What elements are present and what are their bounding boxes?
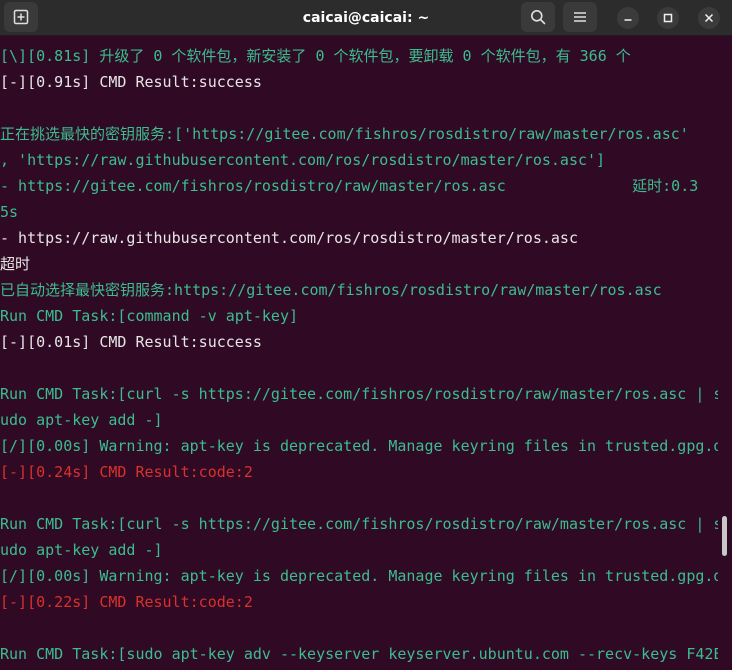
terminal-window: caicai@caicai: ~ [\][0.81s] 升级了 0 个软件包，新…: [0, 0, 732, 670]
terminal-line: - https://raw.githubusercontent.com/ros/…: [0, 229, 578, 247]
terminal-line: 已自动选择最快密钥服务:https://gitee.com/fishros/ro…: [0, 281, 662, 299]
terminal-line: [/][0.00s] Warning: apt-key is deprecate…: [0, 567, 718, 585]
terminal-line: [/][0.00s] Warning: apt-key is deprecate…: [0, 437, 718, 455]
minimize-icon: [624, 19, 632, 21]
scrollbar-track[interactable]: [719, 36, 729, 670]
scrollbar-thumb[interactable]: [722, 516, 727, 556]
maximize-icon: [663, 13, 673, 23]
terminal-line: Run CMD Task:[curl -s https://gitee.com/…: [0, 515, 718, 533]
terminal-line: [-][0.01s] CMD Result:success: [0, 333, 262, 351]
close-icon: [704, 13, 714, 23]
terminal-line: Run CMD Task:[command -v apt-key]: [0, 307, 299, 325]
header-bar: caicai@caicai: ~: [0, 0, 732, 36]
new-tab-button[interactable]: [4, 2, 38, 32]
new-tab-icon: [13, 9, 29, 25]
terminal-output[interactable]: [\][0.81s] 升级了 0 个软件包，新安装了 0 个软件包，要卸载 0 …: [0, 36, 718, 670]
terminal-line: [-][0.24s] CMD Result:code:2: [0, 463, 253, 481]
terminal-line: [-][0.91s] CMD Result:success: [0, 73, 262, 91]
terminal-line: - https://gitee.com/fishros/rosdistro/ra…: [0, 177, 699, 195]
terminal-line: udo apt-key add -]: [0, 541, 163, 559]
window-title: caicai@caicai: ~: [302, 10, 430, 26]
close-button[interactable]: [698, 7, 720, 29]
terminal-line: Run CMD Task:[sudo apt-key adv --keyserv…: [0, 645, 718, 663]
terminal-line: 正在挑选最快的密钥服务:['https://gitee.com/fishros/…: [0, 125, 689, 143]
minimize-button[interactable]: [617, 7, 639, 29]
terminal-line: 超时: [0, 255, 31, 273]
terminal-line: [\][0.81s] 升级了 0 个软件包，新安装了 0 个软件包，要卸载 0 …: [0, 47, 631, 65]
search-icon: [531, 10, 546, 25]
terminal-line: udo apt-key add -]: [0, 411, 163, 429]
maximize-button[interactable]: [657, 7, 679, 29]
menu-button[interactable]: [563, 2, 597, 32]
search-button[interactable]: [521, 2, 555, 32]
terminal-line: [-][0.22s] CMD Result:code:2: [0, 593, 253, 611]
terminal-line: , 'https://raw.githubusercontent.com/ros…: [0, 151, 606, 169]
hamburger-menu-icon: [574, 12, 586, 22]
terminal-line: 5s: [0, 203, 19, 221]
terminal-line: Run CMD Task:[curl -s https://gitee.com/…: [0, 385, 718, 403]
